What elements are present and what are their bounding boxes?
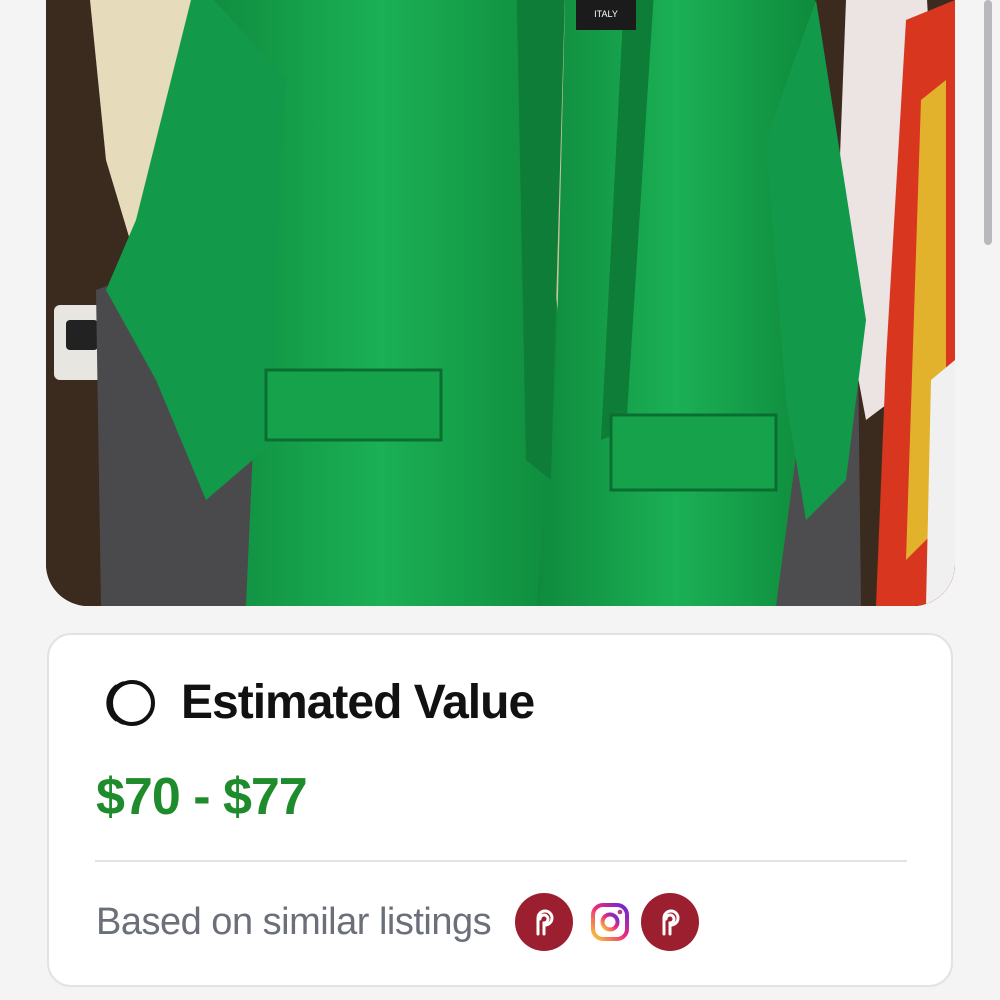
sources-row: Based on similar listings	[96, 893, 705, 951]
instagram-icon[interactable]	[585, 897, 636, 947]
green-jacket-image: ITALY	[46, 0, 955, 606]
tag-label: ITALY	[594, 9, 618, 19]
sources-label: Based on similar listings	[96, 900, 492, 943]
card-title: Estimated Value	[181, 676, 535, 729]
estimated-value-card: Estimated Value $70 - $77 Based on simil…	[47, 633, 953, 987]
price-range: $70 - $77	[96, 768, 308, 826]
coin-stack-icon	[106, 679, 155, 726]
poshmark-icon[interactable]	[515, 893, 574, 951]
scrollbar[interactable]	[984, 0, 992, 245]
card-header: Estimated Value	[101, 675, 535, 730]
item-photo: ITALY	[46, 0, 955, 606]
poshmark-icon[interactable]	[641, 893, 700, 951]
divider	[95, 860, 907, 862]
